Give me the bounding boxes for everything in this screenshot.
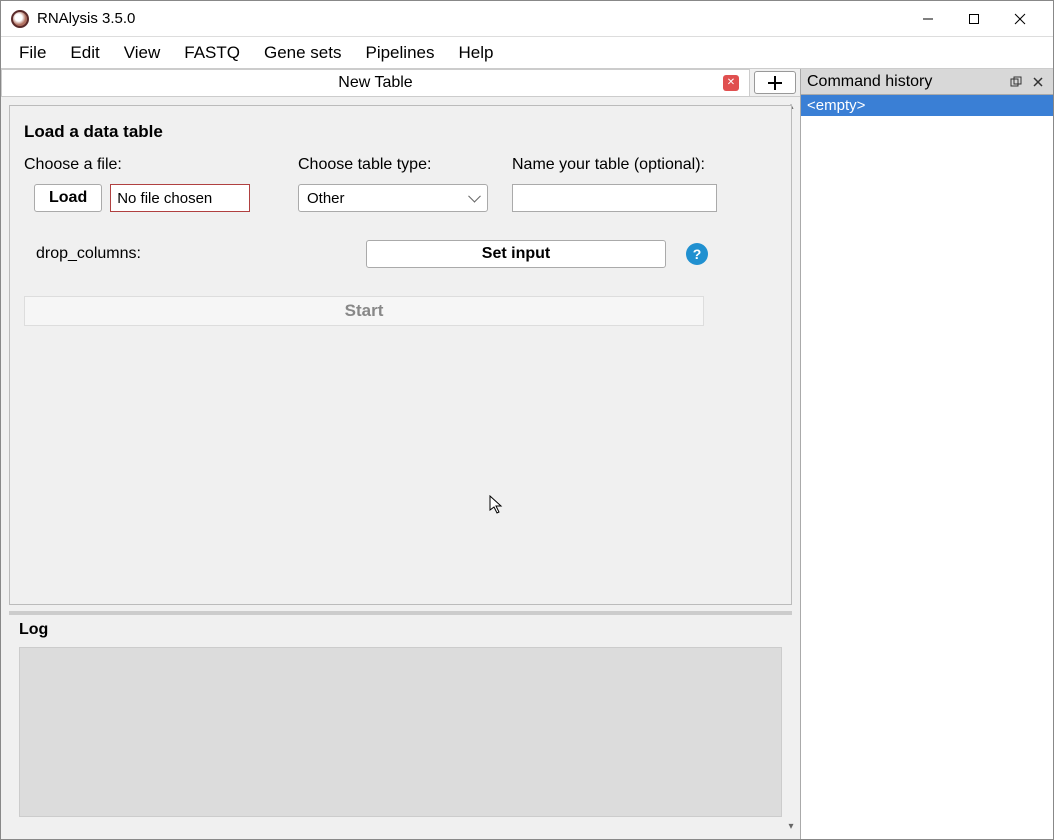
- menu-view[interactable]: View: [114, 39, 171, 67]
- add-tab-button[interactable]: [754, 71, 796, 94]
- dock-header: Command history: [801, 69, 1053, 95]
- menu-pipelines[interactable]: Pipelines: [355, 39, 444, 67]
- dock-close-icon[interactable]: [1029, 73, 1047, 91]
- menu-edit[interactable]: Edit: [60, 39, 109, 67]
- app-title: RNAlysis 3.5.0: [37, 10, 135, 27]
- name-table-label: Name your table (optional):: [512, 156, 777, 174]
- app-icon: [11, 10, 29, 28]
- menubar: File Edit View FASTQ Gene sets Pipelines…: [1, 37, 1053, 69]
- command-history-dock: Command history <empty>: [801, 69, 1053, 839]
- choose-type-label: Choose table type:: [298, 156, 498, 174]
- tab-new-table[interactable]: New Table: [1, 69, 750, 96]
- drop-columns-label: drop_columns:: [36, 245, 346, 263]
- table-type-value: Other: [307, 190, 345, 207]
- menu-file[interactable]: File: [9, 39, 56, 67]
- tabbar: New Table: [1, 69, 800, 97]
- load-table-group: Load a data table Choose a file: Load No…: [9, 105, 792, 605]
- log-body[interactable]: [19, 647, 782, 817]
- load-button[interactable]: Load: [34, 184, 102, 212]
- titlebar: RNAlysis 3.5.0: [1, 1, 1053, 37]
- group-title: Load a data table: [24, 122, 777, 142]
- left-pane: New Table ▴ ▾ Load a data table Choose a…: [1, 69, 801, 839]
- dock-float-icon[interactable]: [1007, 73, 1025, 91]
- menu-fastq[interactable]: FASTQ: [174, 39, 250, 67]
- close-tab-icon[interactable]: [723, 75, 739, 91]
- command-history-list[interactable]: <empty>: [801, 95, 1053, 839]
- history-item[interactable]: <empty>: [801, 95, 1053, 116]
- log-title: Log: [19, 621, 782, 639]
- table-type-select[interactable]: Other: [298, 184, 488, 212]
- choose-file-label: Choose a file:: [24, 156, 284, 174]
- start-button[interactable]: Start: [24, 296, 704, 326]
- maximize-button[interactable]: [951, 1, 997, 37]
- close-window-button[interactable]: [997, 1, 1043, 37]
- file-chosen-display: No file chosen: [110, 184, 250, 212]
- menu-help[interactable]: Help: [448, 39, 503, 67]
- help-icon[interactable]: ?: [686, 243, 708, 265]
- set-input-button[interactable]: Set input: [366, 240, 666, 268]
- dock-title: Command history: [807, 73, 1003, 91]
- menu-genesets[interactable]: Gene sets: [254, 39, 352, 67]
- minimize-button[interactable]: [905, 1, 951, 37]
- tab-content: ▴ ▾ Load a data table Choose a file: Loa…: [1, 97, 800, 839]
- table-name-input[interactable]: [512, 184, 717, 212]
- log-panel: Log: [9, 611, 792, 831]
- tab-label: New Table: [338, 74, 412, 92]
- scroll-down-icon[interactable]: ▾: [784, 821, 798, 835]
